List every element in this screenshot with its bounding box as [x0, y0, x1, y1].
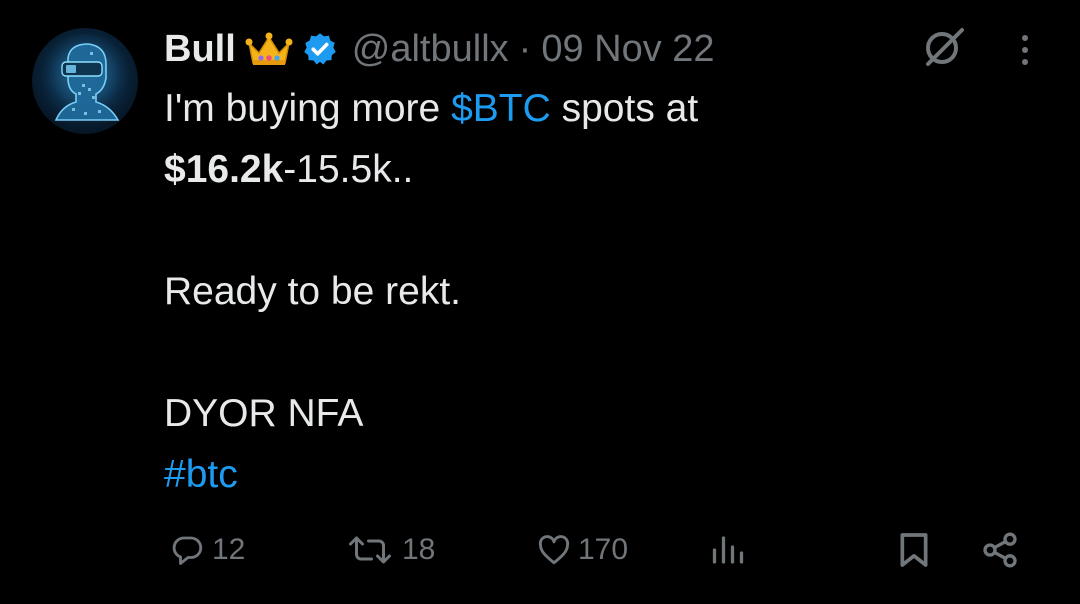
repost-button[interactable]: 18: [344, 520, 435, 580]
more-vertical-icon[interactable]: [1014, 30, 1036, 70]
like-button[interactable]: 170: [536, 520, 628, 580]
price-bold: $16.2k: [164, 148, 284, 191]
text-segment: spots at: [550, 87, 699, 130]
tweet-line-1: I'm buying more $BTC spots at: [164, 78, 1044, 139]
bookmark-button[interactable]: [894, 520, 934, 580]
tweet-header: Bull @altbullx · 09 Nov 22: [164, 26, 715, 72]
verified-badge-icon[interactable]: [302, 31, 338, 67]
text-segment: I'm buying more: [164, 87, 452, 130]
tweet-text: I'm buying more $BTC spots at $16.2k-15.…: [164, 78, 1044, 505]
hashtag-link[interactable]: #btc: [164, 444, 1044, 505]
tweet-line-2: $16.2k-15.5k..: [164, 139, 1044, 200]
reply-button[interactable]: 12: [170, 520, 245, 580]
repost-icon: [349, 536, 391, 564]
avatar[interactable]: [32, 28, 138, 134]
separator-dot: ·: [518, 27, 532, 70]
bookmark-icon: [900, 533, 928, 567]
cashtag-link[interactable]: $BTC: [451, 87, 551, 130]
text-segment: -15.5k..: [283, 148, 414, 191]
share-button[interactable]: [980, 520, 1020, 580]
repost-count: 18: [402, 533, 436, 566]
tweet[interactable]: Bull @altbullx · 09 Nov 22 I'm buying mo…: [0, 0, 1080, 604]
author-handle[interactable]: @altbullx: [352, 28, 509, 71]
tweet-line-4: DYOR NFA: [164, 392, 364, 435]
like-count: 170: [578, 533, 629, 566]
author-name[interactable]: Bull: [164, 28, 236, 71]
reply-icon: [172, 536, 203, 565]
views-icon: [712, 536, 744, 564]
grok-icon[interactable]: [920, 24, 966, 70]
share-icon: [983, 532, 1017, 568]
tweet-date[interactable]: 09 Nov 22: [541, 28, 714, 71]
avatar-image: [41, 34, 129, 122]
views-button[interactable]: [708, 520, 748, 580]
crown-emoji-icon: [245, 32, 293, 65]
reply-count: 12: [212, 533, 246, 566]
action-bar: 12 18 170: [0, 520, 1080, 580]
heart-icon: [538, 535, 570, 565]
tweet-line-3: Ready to be rekt.: [164, 270, 461, 313]
